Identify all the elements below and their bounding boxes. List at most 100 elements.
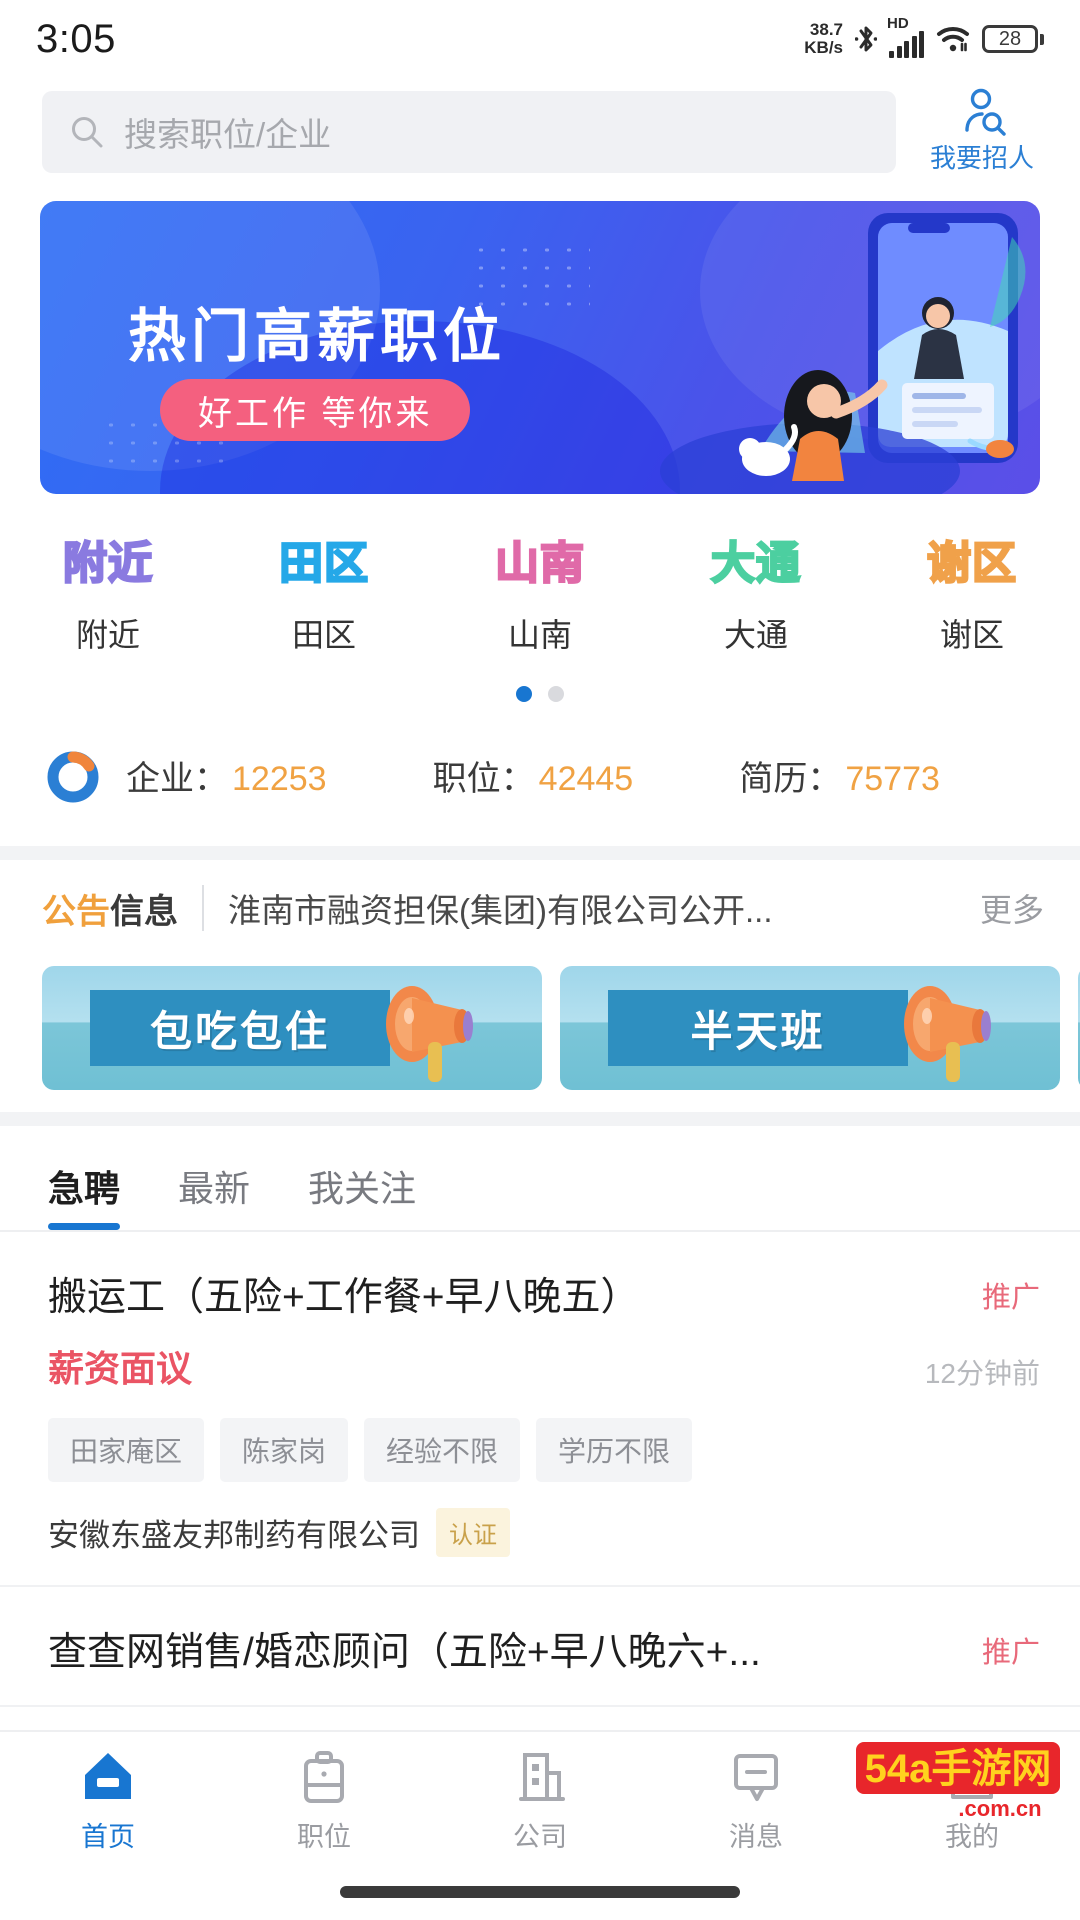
hd-label: HD xyxy=(887,14,909,32)
job-tag: 田家庵区 xyxy=(48,1418,205,1482)
category-label-2: 山南 xyxy=(507,617,572,653)
stat-value-1: 42445 xyxy=(538,759,634,798)
announcement-tag: 公告信息 xyxy=(42,884,178,933)
svg-text:.com.cn: .com.cn xyxy=(958,1796,1041,1821)
briefcase-icon xyxy=(304,1750,344,1803)
battery-icon: 28 xyxy=(982,25,1044,53)
megaphone-icon xyxy=(904,986,991,1082)
battery-level: 28 xyxy=(998,27,1022,50)
promo-text-0: 包吃包住 xyxy=(149,1007,330,1055)
message-icon xyxy=(734,1753,778,1801)
announcement-more-link[interactable]: 更多 xyxy=(980,885,1044,931)
home-icon xyxy=(85,1752,131,1799)
network-speed-value: 38.7 xyxy=(809,20,843,39)
nav-item-companies[interactable]: 公司 xyxy=(432,1732,648,1860)
stat-label-1: 职位： xyxy=(432,759,535,798)
stat-value-2: 75773 xyxy=(845,759,940,798)
promo-card-1[interactable]: 半天班 xyxy=(560,966,1060,1090)
announcement-tag-secondary: 信息 xyxy=(110,892,178,931)
search-placeholder: 搜索职位/企业 xyxy=(124,115,332,153)
announcement-text[interactable]: 淮南市融资担保(集团)有限公司公开... xyxy=(228,884,956,932)
banner-illustration xyxy=(660,213,1026,494)
recruit-button[interactable]: 我要招人 xyxy=(912,88,1052,175)
category-item-1[interactable]: 田区 田区 xyxy=(216,530,432,656)
nav-label-companies: 公司 xyxy=(513,1821,567,1852)
job-promo-badge: 推广 xyxy=(981,1637,1040,1669)
search-row: 搜索职位/企业 我要招人 xyxy=(0,78,1080,193)
section-divider xyxy=(0,846,1080,860)
megaphone-icon xyxy=(386,986,473,1082)
network-speed: 38.7 KB/s xyxy=(804,21,843,57)
job-company-name: 安徽东盛友邦制药有限公司 xyxy=(48,1518,420,1553)
nav-item-jobs[interactable]: 职位 xyxy=(216,1732,432,1860)
tab-newest[interactable]: 最新 xyxy=(178,1160,250,1230)
banner-carousel[interactable]: 热门高薪职位 好工作 等你来 xyxy=(0,193,1080,494)
network-speed-unit: KB/s xyxy=(804,38,843,57)
nav-item-home[interactable]: 首页 xyxy=(0,1732,216,1860)
announcement-bar[interactable]: 公告信息 淮南市融资担保(集团)有限公司公开... 更多 xyxy=(0,860,1080,956)
promo-card-0[interactable]: 包吃包住 xyxy=(42,966,542,1090)
category-icon-2: 山南 xyxy=(494,538,586,590)
signal-icon: HD xyxy=(887,14,924,58)
category-list: 附近 附近 田区 田区 山南 山南 大通 大通 谢区 谢区 xyxy=(0,530,1080,656)
watermark-logo: 54a手游网 .com.cn xyxy=(856,1742,1060,1821)
stat-label-0: 企业： xyxy=(126,759,228,798)
nav-label-messages: 消息 xyxy=(729,1821,783,1852)
stats-row: 企业： 12253 职位： 42445 简历： 75773 xyxy=(0,702,1080,846)
promo-strip[interactable]: 包吃包住 半天班 xyxy=(0,956,1080,1112)
category-item-3[interactable]: 大通 大通 xyxy=(648,530,864,656)
building-icon xyxy=(519,1752,565,1801)
search-input[interactable]: 搜索职位/企业 xyxy=(42,90,896,173)
job-company-row[interactable]: 安徽东盛友邦制药有限公司 认证 xyxy=(48,1508,1040,1557)
job-title: 搬运工（五险+工作餐+早八晚五） xyxy=(48,1276,640,1319)
category-icon-1: 田区 xyxy=(278,538,370,590)
category-item-4[interactable]: 谢区 谢区 xyxy=(864,530,1080,656)
nav-item-messages[interactable]: 消息 xyxy=(648,1732,864,1860)
stat-value-0: 12253 xyxy=(232,759,327,798)
bluetooth-icon xyxy=(855,26,877,52)
signal-bars xyxy=(889,30,924,58)
pager-dot-active[interactable] xyxy=(516,686,532,702)
stat-resumes: 简历： 75773 xyxy=(739,751,1046,800)
job-tag: 经验不限 xyxy=(364,1418,521,1482)
tab-urgent[interactable]: 急聘 xyxy=(48,1160,121,1230)
announcement-tag-primary: 公告 xyxy=(42,892,110,931)
category-pager[interactable] xyxy=(0,686,1080,702)
section-divider xyxy=(0,1112,1080,1126)
search-icon xyxy=(72,116,103,147)
pager-dot[interactable] xyxy=(548,686,564,702)
category-label-0: 附近 xyxy=(75,617,140,653)
person-search-icon xyxy=(965,88,1006,136)
announcement-divider xyxy=(202,885,204,931)
nav-label-jobs: 职位 xyxy=(297,1821,351,1852)
status-indicators: 38.7 KB/s HD 28 xyxy=(804,14,1044,58)
svg-text:54a手游网: 54a手游网 xyxy=(865,1747,1052,1791)
banner-cta-pill[interactable]: 好工作 等你来 xyxy=(160,379,471,441)
job-list-item[interactable]: 搬运工（五险+工作餐+早八晚五） 推广 薪资面议 12分钟前 田家庵区 陈家岗 … xyxy=(0,1232,1080,1587)
job-title: 查查网销售/婚恋顾问（五险+早八晚六+... xyxy=(48,1631,761,1674)
category-label-1: 田区 xyxy=(291,617,356,653)
category-icon-4: 谢区 xyxy=(926,538,1018,590)
job-tag-list: 田家庵区 陈家岗 经验不限 学历不限 xyxy=(48,1418,1040,1482)
home-indicator[interactable] xyxy=(340,1886,740,1898)
promo-text-1: 半天班 xyxy=(690,1007,826,1055)
stat-companies: 企业： 12253 xyxy=(126,751,433,800)
category-item-0[interactable]: 附近 附近 xyxy=(0,530,216,656)
tab-following[interactable]: 我关注 xyxy=(308,1160,416,1230)
stat-jobs: 职位： 42445 xyxy=(433,751,740,800)
banner-slide[interactable]: 热门高薪职位 好工作 等你来 xyxy=(40,201,1040,494)
recruit-label: 我要招人 xyxy=(929,143,1034,173)
donut-chart-icon xyxy=(47,751,99,803)
verified-badge: 认证 xyxy=(436,1508,510,1557)
status-time: 3:05 xyxy=(36,16,116,61)
job-promo-badge: 推广 xyxy=(981,1282,1040,1314)
category-label-4: 谢区 xyxy=(939,617,1004,653)
category-label-3: 大通 xyxy=(723,617,788,653)
stat-label-2: 简历： xyxy=(739,759,842,798)
nav-label-home: 首页 xyxy=(81,1821,135,1852)
category-item-2[interactable]: 山南 山南 xyxy=(432,530,648,656)
job-post-time: 12分钟前 xyxy=(924,1358,1040,1389)
category-icon-0: 附近 xyxy=(62,538,154,590)
job-tabs: 急聘 最新 我关注 xyxy=(0,1126,1080,1232)
job-list-item[interactable]: 查查网销售/婚恋顾问（五险+早八晚六+... 推广 xyxy=(0,1587,1080,1707)
